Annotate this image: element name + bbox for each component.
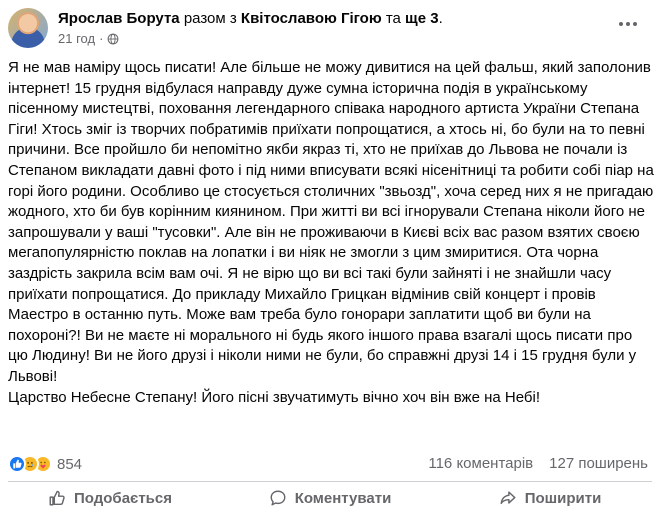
- author-name[interactable]: Ярослав Борута: [58, 10, 180, 27]
- others-link[interactable]: ще 3: [405, 10, 439, 27]
- share-label: Поширити: [524, 489, 602, 507]
- author-line: Ярослав Борута разом з Квітославою Гігою…: [58, 10, 443, 27]
- post-header: Ярослав Борута разом з Квітославою Гігою…: [0, 0, 660, 56]
- globe-icon[interactable]: [107, 33, 119, 45]
- author-avatar[interactable]: [8, 8, 48, 48]
- post-paragraph-2: Царство Небесне Степану! Його пісні звуч…: [8, 388, 540, 406]
- like-label: Подобається: [74, 489, 172, 507]
- like-button[interactable]: Подобається: [0, 483, 220, 513]
- share-arrow-icon: [500, 491, 516, 505]
- post-body: Я не мав наміру щось писати! Але більше …: [8, 58, 654, 408]
- post-actions: Подобається Коментувати Поширити: [0, 483, 660, 513]
- post-stats: 854 116 коментарів 127 поширень: [0, 455, 660, 477]
- with-text: разом з: [183, 10, 237, 27]
- shares-count[interactable]: 127 поширень: [549, 455, 648, 472]
- post-time[interactable]: 21 год: [58, 31, 95, 46]
- more-options-button[interactable]: [610, 6, 646, 42]
- period-text: .: [438, 10, 443, 27]
- reaction-count: 854: [57, 455, 83, 473]
- tagged-person[interactable]: Квітославою Гігою: [241, 10, 382, 27]
- meta-separator: ·: [99, 31, 104, 46]
- comment-button[interactable]: Коментувати: [220, 483, 440, 513]
- like-icon: [8, 455, 26, 473]
- engagement-counts: 116 коментарів 127 поширень: [428, 455, 648, 472]
- share-button[interactable]: Поширити: [440, 483, 660, 513]
- comment-label: Коментувати: [294, 489, 392, 507]
- actions-divider: [8, 481, 652, 482]
- comment-bubble-icon: [270, 490, 286, 506]
- post-meta: 21 год ·: [58, 31, 119, 46]
- thumbs-up-icon: [49, 490, 65, 506]
- reactions-summary[interactable]: 854: [8, 455, 82, 473]
- and-text: та: [385, 10, 401, 27]
- post-paragraph-1: Я не мав наміру щось писати! Але більше …: [8, 59, 654, 385]
- comments-count[interactable]: 116 коментарів: [428, 455, 533, 472]
- more-options-icon: [619, 22, 637, 26]
